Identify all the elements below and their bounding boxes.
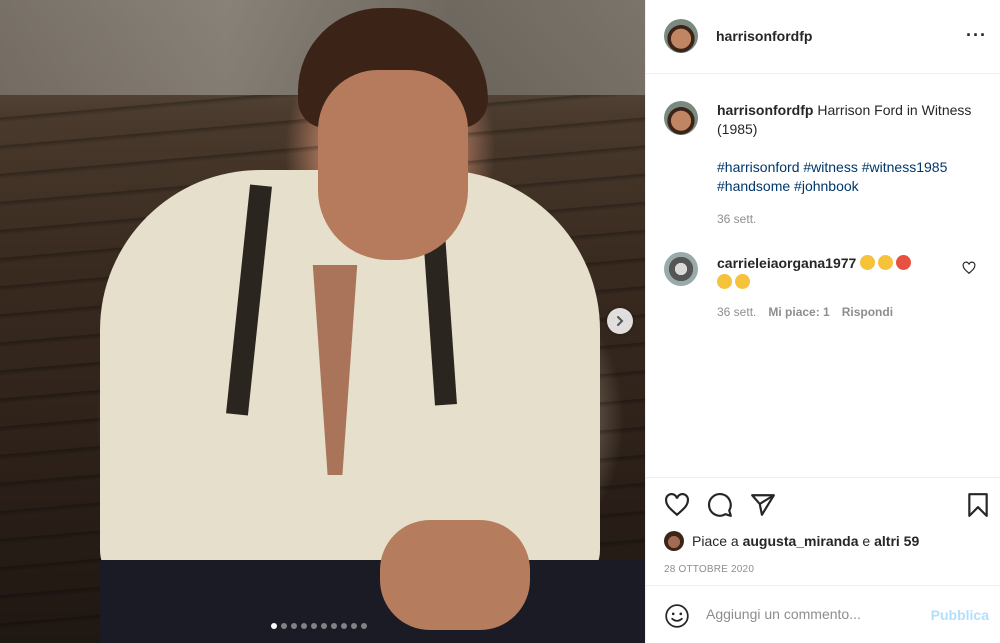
share-send-icon[interactable] bbox=[750, 492, 776, 518]
photo-face bbox=[318, 70, 468, 260]
author-username[interactable]: harrisonfordfp bbox=[716, 28, 812, 44]
comment-reply-button[interactable]: Rispondi bbox=[842, 305, 893, 319]
carousel-dot bbox=[291, 623, 297, 629]
commenter-username[interactable]: carrieleiaorgana1977 bbox=[717, 255, 856, 271]
liker-username[interactable]: augusta_miranda bbox=[743, 533, 859, 549]
smiling-face-with-hearts-icon bbox=[860, 255, 876, 270]
emoji-smile-icon[interactable] bbox=[664, 603, 690, 629]
carousel-next-button[interactable] bbox=[607, 308, 633, 334]
face-blowing-kiss-icon bbox=[735, 274, 750, 289]
comment-input[interactable] bbox=[706, 606, 906, 622]
bookmark-icon[interactable] bbox=[965, 492, 991, 518]
commenter-avatar[interactable] bbox=[664, 252, 698, 286]
comment-meta: 36 sett. Mi piace: 1 Rispondi bbox=[717, 305, 893, 319]
caption-text-block: harrisonfordfp Harrison Ford in Witness … bbox=[717, 101, 987, 139]
photo-hands bbox=[380, 520, 530, 630]
carousel-dot bbox=[271, 623, 277, 629]
carousel-dot bbox=[351, 623, 357, 629]
pouting-face-icon bbox=[896, 255, 912, 270]
post-actions: Piace a augusta_miranda e altri 59 28 OT… bbox=[646, 477, 1000, 585]
likes-summary: Piace a augusta_miranda e altri 59 bbox=[664, 531, 919, 551]
post-side-panel: harrisonfordfp ··· harrisonfordfp Harris… bbox=[645, 0, 1000, 643]
photo-legs bbox=[100, 560, 645, 643]
more-horizontal-icon[interactable]: ··· bbox=[966, 26, 987, 44]
post-date[interactable]: 28 OTTOBRE 2020 bbox=[664, 564, 754, 575]
carousel-dot bbox=[331, 623, 337, 629]
heart-icon[interactable] bbox=[664, 492, 690, 518]
comment-likes[interactable]: Mi piace: 1 bbox=[768, 305, 829, 319]
comment-time[interactable]: 36 sett. bbox=[717, 305, 756, 319]
carousel-dot bbox=[321, 623, 327, 629]
carousel-dot bbox=[301, 623, 307, 629]
comment-text-block: carrieleiaorgana1977 bbox=[717, 254, 937, 292]
chevron-right-icon bbox=[617, 316, 624, 326]
caption-hashtags[interactable]: #harrisonford #witness #witness1985 #han… bbox=[717, 158, 987, 196]
post-photo[interactable] bbox=[0, 0, 645, 643]
caption-time[interactable]: 36 sett. bbox=[717, 212, 756, 226]
carousel-dot bbox=[281, 623, 287, 629]
caption-avatar[interactable] bbox=[664, 101, 698, 135]
post-header: harrisonfordfp ··· bbox=[646, 0, 1000, 74]
add-comment-bar: Pubblica bbox=[646, 585, 1000, 643]
carousel-dot bbox=[341, 623, 347, 629]
author-avatar[interactable] bbox=[664, 19, 698, 53]
carousel-dot bbox=[311, 623, 317, 629]
carousel-indicators bbox=[271, 623, 367, 629]
caption-username[interactable]: harrisonfordfp bbox=[717, 102, 813, 118]
comment-like-heart-icon[interactable] bbox=[962, 261, 976, 275]
likes-prefix: Piace a bbox=[692, 533, 739, 549]
comment-icon[interactable] bbox=[707, 492, 733, 518]
likes-connector: e bbox=[862, 533, 871, 549]
liker-avatar[interactable] bbox=[664, 531, 684, 551]
carousel-dot bbox=[361, 623, 367, 629]
likes-others[interactable]: altri 59 bbox=[874, 533, 919, 549]
publish-button[interactable]: Pubblica bbox=[931, 607, 989, 623]
pleading-face-icon bbox=[717, 274, 732, 289]
relieved-face-icon bbox=[878, 255, 894, 270]
